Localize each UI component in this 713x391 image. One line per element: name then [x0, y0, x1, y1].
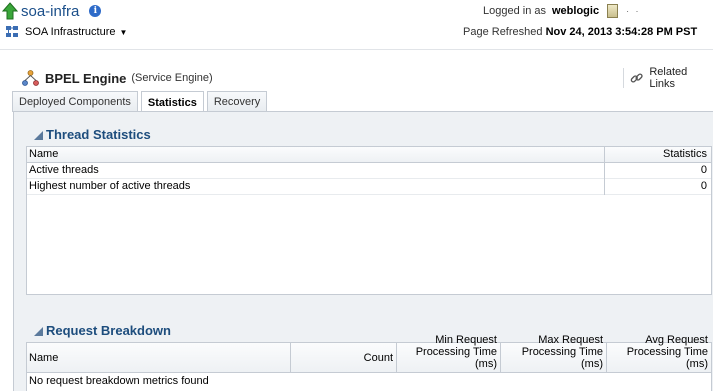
- page-title: soa-infra: [21, 2, 80, 20]
- logged-in-label: Logged in as: [483, 5, 546, 17]
- row-name: Active threads: [27, 162, 605, 179]
- column-max-line1: Max Request: [538, 334, 603, 346]
- page-refreshed: Page Refreshed Nov 24, 2013 3:54:28 PM P…: [463, 26, 697, 38]
- column-min-line2: Processing Time (ms): [415, 346, 497, 370]
- table-header: Name Count Min Request Processing Time (m…: [27, 334, 711, 373]
- tab-bar: Deployed Components Statistics Recovery: [12, 91, 270, 113]
- row-value: 0: [700, 163, 707, 176]
- header-divider: [0, 49, 713, 50]
- row-name: Highest number of active threads: [27, 178, 605, 195]
- refresh-time: Nov 24, 2013 3:54:28 PM PST: [545, 26, 698, 38]
- related-links[interactable]: Related Links: [623, 66, 713, 90]
- engine-title: BPEL Engine (Service Engine): [22, 68, 213, 88]
- collapse-triangle-icon[interactable]: [34, 130, 43, 140]
- request-breakdown-table: Name Count Min Request Processing Time (m…: [26, 334, 712, 391]
- chain-link-icon: [630, 73, 643, 83]
- soa-infrastructure-menu[interactable]: SOA Infrastructure ▼: [5, 24, 127, 40]
- column-max-time[interactable]: Max Request Processing Time (ms): [501, 334, 607, 372]
- tab-statistics[interactable]: Statistics: [140, 91, 204, 113]
- collapse-triangle-icon[interactable]: [34, 326, 43, 336]
- column-avg-time[interactable]: Avg Request Processing Time (ms): [607, 334, 711, 372]
- empty-message: No request breakdown metrics found: [29, 375, 209, 387]
- column-name[interactable]: Name: [27, 146, 605, 163]
- logged-in-user: Logged in as weblogic · ·: [483, 4, 641, 18]
- column-avg-line1: Avg Request: [645, 334, 708, 346]
- table-row[interactable]: Active threads 0: [27, 162, 711, 179]
- table-row[interactable]: Highest number of active threads 0: [27, 178, 711, 195]
- related-links-label: Related Links: [649, 66, 688, 90]
- column-max-line2: Processing Time (ms): [521, 346, 603, 370]
- refresh-label: Page Refreshed: [463, 26, 543, 38]
- row-value: 0: [700, 179, 707, 192]
- bpel-engine-icon: [22, 69, 39, 86]
- info-icon[interactable]: i: [89, 5, 102, 17]
- thread-statistics-table: Name Statistics Active threads 0 Highest…: [26, 146, 712, 295]
- soa-infrastructure-icon: [6, 26, 18, 37]
- thread-statistics-title: Thread Statistics: [46, 126, 151, 142]
- thread-statistics-header[interactable]: Thread Statistics: [34, 125, 151, 143]
- request-breakdown-title: Request Breakdown: [46, 322, 171, 338]
- request-breakdown-header[interactable]: Request Breakdown: [34, 321, 171, 339]
- column-min-time[interactable]: Min Request Processing Time (ms): [397, 334, 501, 372]
- column-name[interactable]: Name: [27, 343, 291, 372]
- column-count[interactable]: Count: [291, 343, 397, 372]
- page-header-title: soa-infra i: [2, 1, 102, 21]
- chevron-down-icon: ▼: [119, 27, 128, 37]
- column-min-line1: Min Request: [435, 334, 497, 346]
- menu-label: SOA Infrastructure: [25, 26, 116, 38]
- engine-type: (Service Engine): [131, 72, 213, 84]
- column-avg-line2: Processing Time (ms): [626, 346, 708, 370]
- user-name[interactable]: weblogic: [552, 5, 599, 17]
- server-name: · ·: [626, 6, 641, 16]
- engine-name: BPEL Engine: [45, 70, 127, 86]
- server-icon: [607, 4, 619, 18]
- statistics-panel: Thread Statistics Name Statistics Active…: [13, 112, 713, 391]
- tab-recovery[interactable]: Recovery: [206, 91, 268, 112]
- tab-deployed-components[interactable]: Deployed Components: [12, 91, 138, 112]
- column-statistics[interactable]: Statistics: [605, 147, 711, 163]
- green-up-arrow-icon[interactable]: [2, 2, 18, 20]
- table-header: Name Statistics: [27, 146, 711, 163]
